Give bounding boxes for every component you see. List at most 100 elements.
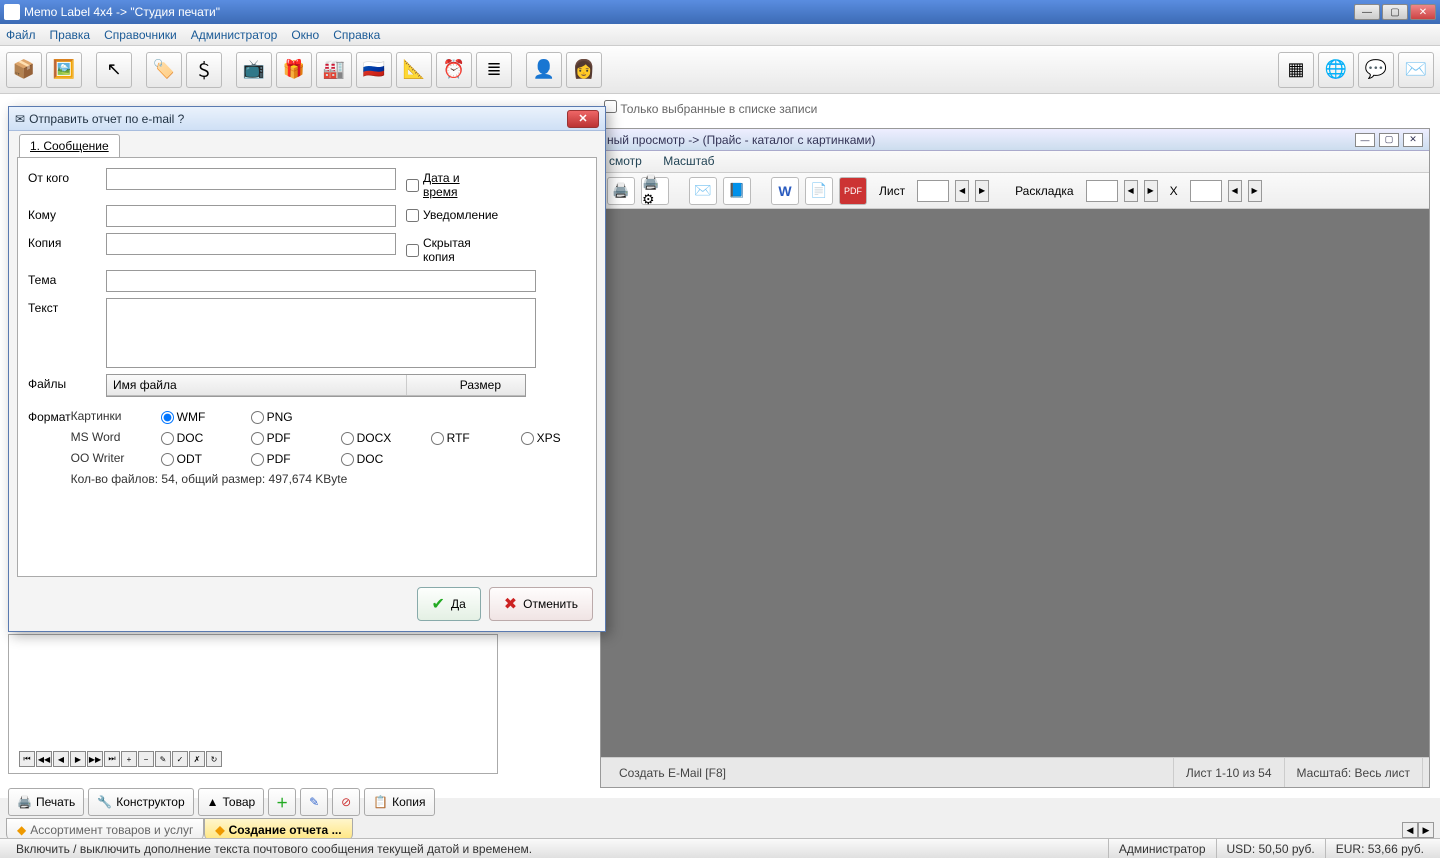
- chk-datetime[interactable]: [406, 179, 419, 192]
- preview-menu-view[interactable]: смотр: [609, 154, 642, 168]
- preview-maximize[interactable]: ▢: [1379, 133, 1399, 147]
- nav-del[interactable]: −: [138, 751, 154, 767]
- radio-wmf[interactable]: [161, 411, 174, 424]
- nav-next[interactable]: ▶: [70, 751, 86, 767]
- radio-pdf[interactable]: [251, 432, 264, 445]
- nav-next-page[interactable]: ▶▶: [87, 751, 103, 767]
- pv-layout-cols[interactable]: [1086, 180, 1118, 202]
- pv-sheet-prev[interactable]: ◀: [955, 180, 969, 202]
- tb-picture-icon[interactable]: 🖼️: [46, 52, 82, 88]
- chk-notify[interactable]: [406, 209, 419, 222]
- tb-flag-icon[interactable]: 🇷🇺: [356, 52, 392, 88]
- menu-window[interactable]: Окно: [291, 28, 319, 42]
- radio-odt[interactable]: [161, 453, 174, 466]
- ok-button[interactable]: ✔Да: [417, 587, 481, 621]
- tb-clock-icon[interactable]: ⏰: [436, 52, 472, 88]
- files-table[interactable]: Имя файла Размер: [106, 374, 526, 397]
- window-minimize[interactable]: —: [1354, 4, 1380, 20]
- label-cc: Копия: [28, 233, 106, 250]
- window-maximize[interactable]: ▢: [1382, 4, 1408, 20]
- nav-refresh[interactable]: ↻: [206, 751, 222, 767]
- label-to: Кому: [28, 205, 106, 222]
- tb-dollar-icon[interactable]: ＄: [186, 52, 222, 88]
- menu-edit[interactable]: Правка: [50, 28, 91, 42]
- from-field[interactable]: [106, 168, 396, 190]
- filter-only-selected[interactable]: Только выбранные в списке записи: [600, 96, 1430, 124]
- designer-button[interactable]: 🔧 Конструктор: [88, 788, 193, 816]
- edit-button[interactable]: ✎: [300, 788, 328, 816]
- nav-add[interactable]: +: [121, 751, 137, 767]
- tab-report[interactable]: ◆Создание отчета ...: [204, 818, 352, 840]
- copy-button[interactable]: 📋 Копия: [364, 788, 434, 816]
- document-tabs: ◆Ассортимент товаров и услуг ◆Создание о…: [6, 818, 353, 840]
- goods-button[interactable]: ▲ Товар: [198, 788, 265, 816]
- pv-book-icon[interactable]: 📘: [723, 177, 751, 205]
- pv-pdf-icon[interactable]: PDF: [839, 177, 867, 205]
- nav-prev[interactable]: ◀: [53, 751, 69, 767]
- tab-scroll-right[interactable]: ▶: [1418, 822, 1434, 838]
- pv-sheet-next[interactable]: ▶: [975, 180, 989, 202]
- tb-gift-icon[interactable]: 🎁: [276, 52, 312, 88]
- tb-factory-icon[interactable]: 🏭: [316, 52, 352, 88]
- tb-user2-icon[interactable]: 👩: [566, 52, 602, 88]
- radio-rtf[interactable]: [431, 432, 444, 445]
- radio-doc[interactable]: [161, 432, 174, 445]
- tb-ruler-icon[interactable]: 📐: [396, 52, 432, 88]
- pv-cols-next[interactable]: ▶: [1144, 180, 1158, 202]
- window-close[interactable]: ✕: [1410, 4, 1436, 20]
- pv-print-settings-icon[interactable]: 🖨️⚙: [641, 177, 669, 205]
- body-field[interactable]: [106, 298, 536, 368]
- tab-scroll-left[interactable]: ◀: [1402, 822, 1418, 838]
- tb-globe-icon[interactable]: 🌐: [1318, 52, 1354, 88]
- tb-list-icon[interactable]: ≣: [476, 52, 512, 88]
- radio-doc2[interactable]: [341, 453, 354, 466]
- pv-cols-prev[interactable]: ◀: [1124, 180, 1138, 202]
- chk-bcc[interactable]: [406, 244, 419, 257]
- dialog-tab-message[interactable]: 1. Сообщение: [19, 134, 120, 158]
- pv-rows-next[interactable]: ▶: [1248, 180, 1262, 202]
- pv-print-icon[interactable]: 🖨️: [607, 177, 635, 205]
- print-button[interactable]: 🖨️ Печать: [8, 788, 84, 816]
- menu-admin[interactable]: Администратор: [191, 28, 278, 42]
- nav-first[interactable]: ⏮: [19, 751, 35, 767]
- tb-cursor-icon[interactable]: ↖: [96, 52, 132, 88]
- to-field[interactable]: [106, 205, 396, 227]
- menu-file[interactable]: Файл: [6, 28, 36, 42]
- tab-assortment[interactable]: ◆Ассортимент товаров и услуг: [6, 818, 204, 840]
- delete-button[interactable]: ⊘: [332, 788, 360, 816]
- tb-mail-icon[interactable]: ✉️: [1398, 52, 1434, 88]
- tb-stamp-icon[interactable]: ▦: [1278, 52, 1314, 88]
- radio-docx[interactable]: [341, 432, 354, 445]
- nav-check[interactable]: ✓: [172, 751, 188, 767]
- tb-chat-icon[interactable]: 💬: [1358, 52, 1394, 88]
- radio-xps[interactable]: [521, 432, 534, 445]
- pv-sheet-value[interactable]: [917, 180, 949, 202]
- pv-word-icon[interactable]: W: [771, 177, 799, 205]
- preview-page-grid[interactable]: [601, 209, 1429, 757]
- dialog-close[interactable]: ✕: [567, 110, 599, 128]
- nav-last[interactable]: ⏭: [104, 751, 120, 767]
- nav-cancel[interactable]: ✗: [189, 751, 205, 767]
- pv-rows-prev[interactable]: ◀: [1228, 180, 1242, 202]
- tb-tv-icon[interactable]: 📺: [236, 52, 272, 88]
- menu-help[interactable]: Справка: [333, 28, 380, 42]
- radio-png[interactable]: [251, 411, 264, 424]
- cc-field[interactable]: [106, 233, 396, 255]
- cancel-button[interactable]: ✖Отменить: [489, 587, 593, 621]
- preview-menu-zoom[interactable]: Масштаб: [663, 154, 714, 168]
- subject-field[interactable]: [106, 270, 536, 292]
- preview-minimize[interactable]: —: [1355, 133, 1375, 147]
- add-button[interactable]: ＋: [268, 788, 296, 816]
- tb-tag-icon[interactable]: 🏷️: [146, 52, 182, 88]
- nav-prev-page[interactable]: ◀◀: [36, 751, 52, 767]
- tb-user-icon[interactable]: 👤: [526, 52, 562, 88]
- pv-doc-icon[interactable]: 📄: [805, 177, 833, 205]
- goods-grid[interactable]: ⏮ ◀◀ ◀ ▶ ▶▶ ⏭ + − ✎ ✓ ✗ ↻: [8, 634, 498, 774]
- preview-close[interactable]: ✕: [1403, 133, 1423, 147]
- menu-ref[interactable]: Справочники: [104, 28, 177, 42]
- pv-email-icon[interactable]: ✉️: [689, 177, 717, 205]
- tb-box-icon[interactable]: 📦: [6, 52, 42, 88]
- nav-edit[interactable]: ✎: [155, 751, 171, 767]
- radio-pdf2[interactable]: [251, 453, 264, 466]
- pv-layout-rows[interactable]: [1190, 180, 1222, 202]
